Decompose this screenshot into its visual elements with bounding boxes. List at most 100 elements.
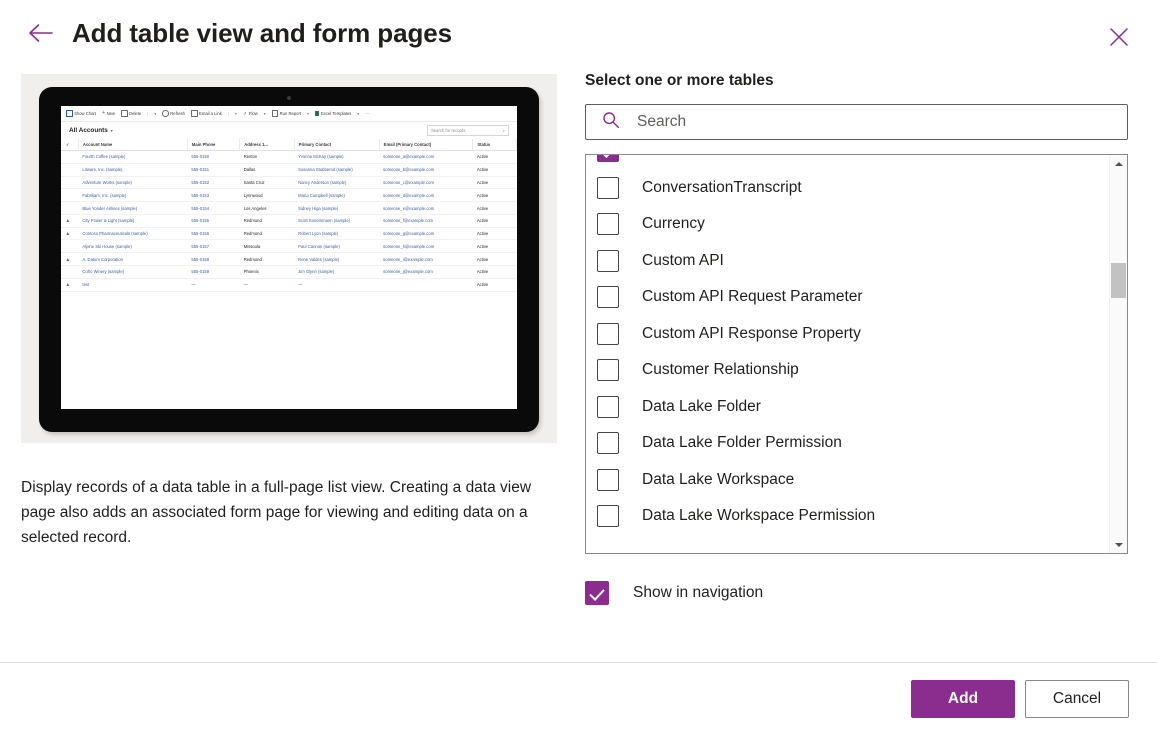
- dialog-body: Show Chart + New Delete | ▾ Refresh Emai…: [0, 66, 1157, 662]
- checkbox-icon[interactable]: [597, 395, 619, 418]
- row-flag: [61, 265, 79, 279]
- cell-name: test: [78, 278, 188, 292]
- checkbox-icon[interactable]: [597, 322, 619, 345]
- cell-contact: Maria Campbell (sample): [294, 188, 380, 203]
- scrollbar-thumb[interactable]: [1111, 263, 1126, 298]
- list-item[interactable]: Data Lake Workspace: [586, 462, 1106, 499]
- list-item[interactable]: Currency: [586, 206, 1106, 243]
- search-box[interactable]: [585, 104, 1128, 140]
- cell-status: Active: [472, 150, 517, 164]
- cell-status: Active: [472, 188, 517, 203]
- list-item-label: Data Lake Folder Permission: [642, 434, 842, 452]
- column-header: Address 1...: [239, 139, 295, 151]
- preview-column: Show Chart + New Delete | ▾ Refresh Emai…: [21, 74, 557, 550]
- chevron-down-icon: ▾: [307, 111, 309, 116]
- add-button[interactable]: Add: [911, 679, 1015, 718]
- scroll-up-icon[interactable]: [1110, 155, 1127, 172]
- row-flag: ♟: [61, 252, 79, 267]
- refresh-icon: [162, 110, 169, 117]
- list-item[interactable]: Custom API Request Parameter: [586, 279, 1106, 316]
- checkbox-icon[interactable]: [585, 581, 609, 605]
- cell-status: Active: [472, 176, 517, 190]
- search-icon: [596, 111, 620, 134]
- chart-icon: [66, 110, 73, 117]
- cancel-button[interactable]: Cancel: [1025, 679, 1129, 718]
- list-item[interactable]: Contact: [586, 155, 1106, 170]
- column-header: Account Name: [78, 139, 188, 151]
- list-item[interactable]: ConversationTranscript: [586, 170, 1106, 207]
- mockup-cmd-label: Show Chart: [74, 111, 96, 116]
- cell-name: Fourth Coffee (sample): [78, 150, 188, 164]
- column-header: Email (Primary Contact): [379, 139, 474, 151]
- cell-email: someone_d@example.com: [379, 188, 473, 203]
- back-arrow-icon[interactable]: [26, 18, 56, 48]
- row-flag: [61, 188, 79, 203]
- dialog-header: Add table view and form pages: [0, 0, 1157, 66]
- table-row: Coho Winery (sample) 555-0159 Phoenix Jim G…: [61, 265, 517, 279]
- list-item-label: Customer Relationship: [642, 361, 799, 379]
- cell-status: Active: [472, 278, 517, 292]
- checkbox-icon[interactable]: [597, 176, 619, 199]
- table-row: Fourth Coffee (sample) 555-0150 Renton Yvon…: [61, 150, 517, 164]
- mockup-cmd-run-report: Run Report: [271, 110, 301, 117]
- checkbox-icon[interactable]: [597, 432, 619, 455]
- chevron-down-icon: ▾: [154, 111, 157, 116]
- cell-name: Alpine Ski House (sample): [78, 239, 188, 254]
- plus-icon: +: [101, 109, 106, 116]
- excel-icon: [314, 111, 320, 116]
- show-in-navigation-row[interactable]: Show in navigation: [585, 581, 763, 605]
- checkbox-icon[interactable]: [597, 468, 619, 491]
- table-row: Adventure Works (sample) 555-0152 Santa Cr…: [61, 176, 517, 190]
- table-row: Alpine Ski House (sample) 555-0157 Missoul…: [61, 239, 517, 254]
- cell-city: Los Angeles: [239, 201, 295, 215]
- tablet-mockup: Show Chart + New Delete | ▾ Refresh Emai…: [39, 87, 539, 432]
- divider: |: [147, 111, 149, 116]
- list-item[interactable]: Custom API Response Property: [586, 316, 1106, 353]
- list-item[interactable]: Data Lake Folder: [586, 389, 1106, 426]
- cell-status: Active: [472, 227, 517, 241]
- mockup-command-bar: Show Chart + New Delete | ▾ Refresh Emai…: [61, 106, 517, 122]
- list-item[interactable]: Data Lake Folder Permission: [586, 425, 1106, 462]
- checkbox-icon[interactable]: [597, 155, 619, 163]
- checkbox-icon[interactable]: [597, 359, 619, 382]
- list-item-label: Data Lake Workspace Permission: [642, 507, 876, 525]
- search-input[interactable]: [635, 112, 1117, 132]
- list-item[interactable]: Data Lake Workspace Permission: [586, 498, 1106, 535]
- report-icon: [271, 110, 279, 117]
- mockup-table-header-row: ✓ Account Name Main Phone Address 1... P…: [61, 139, 517, 151]
- mockup-record-search: Search for records ⌕: [427, 125, 509, 136]
- camera-dot: [287, 96, 291, 100]
- cell-email: someone_a@example.com: [379, 150, 473, 164]
- close-button[interactable]: [1099, 18, 1139, 58]
- table-row: ♟ Contoso Pharmaceuticals (sample) 555-015…: [61, 227, 517, 241]
- cell-phone: ---: [187, 278, 240, 292]
- scroll-down-icon[interactable]: [1110, 536, 1127, 553]
- selector-label: Select one or more tables: [585, 72, 774, 89]
- checkbox-icon[interactable]: [597, 213, 619, 236]
- cell-contact: Paul Cannon (sample): [294, 239, 380, 254]
- checkbox-icon[interactable]: [597, 286, 619, 309]
- checkbox-icon[interactable]: [597, 249, 619, 272]
- show-in-navigation-label: Show in navigation: [633, 584, 764, 601]
- mockup-cmd-email-link: Email a Link: [190, 110, 222, 117]
- cell-name: City Power & Light (sample): [78, 214, 188, 228]
- row-flag: ♟: [61, 278, 79, 292]
- mockup-cmd-label: Flow: [248, 111, 258, 116]
- cell-name: A. Datum Corporation: [78, 252, 188, 267]
- list-item[interactable]: Custom API: [586, 243, 1106, 280]
- mockup-cmd-delete: Delete: [121, 110, 141, 117]
- chevron-down-icon: ▾: [263, 111, 266, 116]
- row-flag: [61, 201, 79, 215]
- cell-status: Active: [472, 163, 517, 177]
- chevron-down-icon: ▾: [235, 111, 237, 116]
- tables-listbox[interactable]: Contact ConversationTranscript Currency …: [585, 154, 1128, 554]
- checkbox-icon[interactable]: [597, 505, 619, 528]
- mockup-cmd-label: Excel Templates: [320, 111, 352, 116]
- mockup-view-selector: All Accounts ▾: [69, 127, 113, 134]
- list-scrollbar[interactable]: [1109, 155, 1127, 553]
- cell-contact: Robert Lyon (sample): [294, 227, 380, 241]
- cell-email: someone_b@example.com: [379, 163, 473, 177]
- overflow-icon: ···: [365, 111, 370, 116]
- cell-city: Santa Cruz: [239, 176, 295, 190]
- list-item[interactable]: Customer Relationship: [586, 352, 1106, 389]
